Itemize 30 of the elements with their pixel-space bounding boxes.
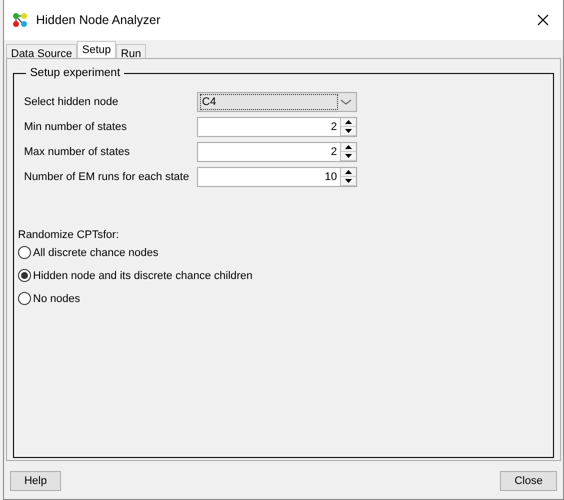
spinner-field[interactable]: 10 [197,166,357,186]
up-arrow-icon[interactable] [345,170,352,174]
dialog-button[interactable]: Help [10,471,61,491]
radio-label: All discrete chance nodes [33,246,158,258]
section-label: Randomize CPTsfor: [18,229,120,241]
field-label: Max number of states [24,146,131,158]
app-icon [12,12,28,28]
field-label: Number of EM runs for each state [24,170,190,182]
radio-button[interactable] [18,292,31,305]
chevron-down-icon [338,96,354,106]
dialog-button[interactable]: Close [500,471,557,491]
field-label: Min number of states [24,120,128,132]
dropdown[interactable]: C4 [197,92,357,112]
spinner-field[interactable]: 2 [197,116,357,136]
window-title: Hidden Node Analyzer [36,13,162,27]
tab[interactable]: Setup [77,41,116,58]
down-arrow-icon[interactable] [345,178,352,182]
up-arrow-icon[interactable] [345,144,352,148]
field-label: Select hidden node [24,96,120,108]
down-arrow-icon[interactable] [345,128,352,132]
radio-label: No nodes [33,292,80,304]
up-arrow-icon[interactable] [345,120,352,124]
tab[interactable]: Run [116,44,146,58]
tab[interactable]: Data Source [6,44,78,58]
spinner-field[interactable]: 2 [197,142,357,162]
group-legend: Setup experiment [26,67,124,79]
radio-button[interactable] [18,269,31,282]
down-arrow-icon[interactable] [345,154,352,158]
radio-label: Hidden node and its discrete chance children [33,270,253,282]
radio-button[interactable] [18,246,31,259]
